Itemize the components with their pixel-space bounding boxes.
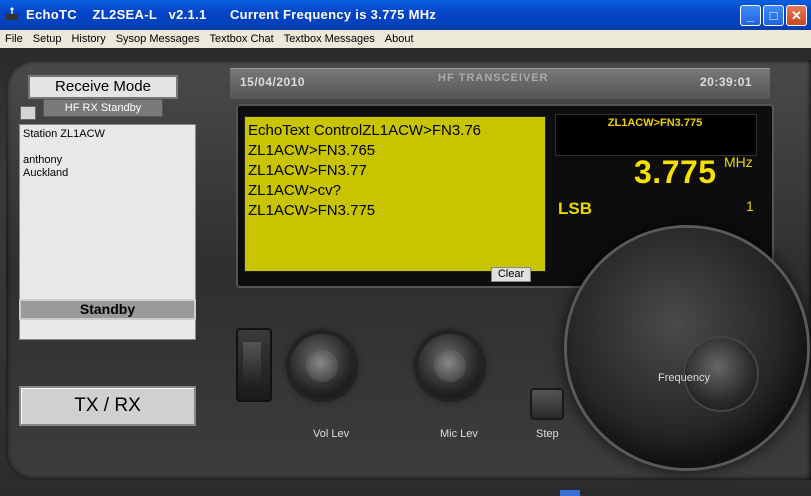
standby-button[interactable]: Standby <box>19 299 196 320</box>
station-line: Station ZL1ACW <box>23 128 105 140</box>
menu-setup[interactable]: Setup <box>28 30 67 48</box>
receive-mode-label: Receive Mode <box>28 75 178 99</box>
step-button[interactable] <box>530 388 564 420</box>
small-square-button[interactable] <box>20 106 36 120</box>
mic-knob-dial <box>434 350 466 382</box>
menu-textbox-chat[interactable]: Textbox Chat <box>204 30 278 48</box>
mode-display: LSB <box>558 199 592 218</box>
minimize-icon: _ <box>746 8 755 23</box>
message-textbox[interactable]: EchoText ControlZL1ACW>FN3.76 ZL1ACW>FN3… <box>244 116 546 272</box>
frequency-display: 3.775 <box>634 154 717 190</box>
frequency-unit: MHz <box>724 154 753 170</box>
message-line: ZL1ACW>FN3.77 <box>248 162 367 179</box>
hf-transceiver-label: HF TRANSCEIVER <box>438 72 549 84</box>
mic-knob[interactable] <box>418 334 482 398</box>
close-button[interactable]: ✕ <box>786 5 807 26</box>
time-display: 20:39:01 <box>700 75 753 89</box>
message-line: ZL1ACW>cv? <box>248 182 341 199</box>
close-icon: ✕ <box>791 8 802 23</box>
message-line: EchoText ControlZL1ACW>FN3.76 <box>248 122 482 139</box>
channel-display: 1 <box>746 198 754 214</box>
app-icon <box>6 7 18 20</box>
frequency-knob[interactable] <box>567 228 807 468</box>
volume-knob-dial <box>306 350 338 382</box>
message-line: ZL1ACW>FN3.765 <box>248 142 376 159</box>
hf-rx-standby-label: HF RX Standby <box>43 99 163 117</box>
menu-about[interactable]: About <box>380 30 419 48</box>
menu-bar: File Setup History Sysop Messages Textbox Ch… <box>0 30 811 48</box>
maximize-button[interactable]: □ <box>763 5 784 26</box>
rectangular-switch[interactable] <box>236 328 272 402</box>
station-line: Auckland <box>23 167 69 179</box>
menu-textbox-messages[interactable]: Textbox Messages <box>279 30 380 48</box>
mic-lev-label: Mic Lev <box>440 428 478 440</box>
station-line: anthony <box>23 154 63 166</box>
vol-lev-label: Vol Lev <box>313 428 350 440</box>
step-label: Step <box>536 428 559 440</box>
minimize-button[interactable]: _ <box>740 5 761 26</box>
menu-history[interactable]: History <box>66 30 110 48</box>
volume-knob[interactable] <box>290 334 354 398</box>
message-line: ZL1ACW>FN3.775 <box>248 202 376 219</box>
station-line <box>23 141 192 154</box>
menu-file[interactable]: File <box>0 30 28 48</box>
callsign-display: ZL1ACW>FN3.775 <box>607 117 703 129</box>
date-display: 15/04/2010 <box>240 75 306 89</box>
tx-rx-button[interactable]: TX / RX <box>19 386 196 426</box>
menu-sysop-messages[interactable]: Sysop Messages <box>111 30 205 48</box>
clear-button[interactable]: Clear <box>491 267 531 282</box>
window-title: EchoTC ZL2SEA-L v2.1.1 Current Frequency… <box>26 7 437 22</box>
title-bar[interactable]: EchoTC ZL2SEA-L v2.1.1 Current Frequency… <box>0 0 811 30</box>
frequency-knob-label: Frequency <box>658 372 710 384</box>
radio-panel: 15/04/2010 HF TRANSCEIVER 20:39:01 Recei… <box>0 48 811 496</box>
maximize-icon: □ <box>769 8 778 23</box>
taskbar-sliver <box>560 490 580 496</box>
